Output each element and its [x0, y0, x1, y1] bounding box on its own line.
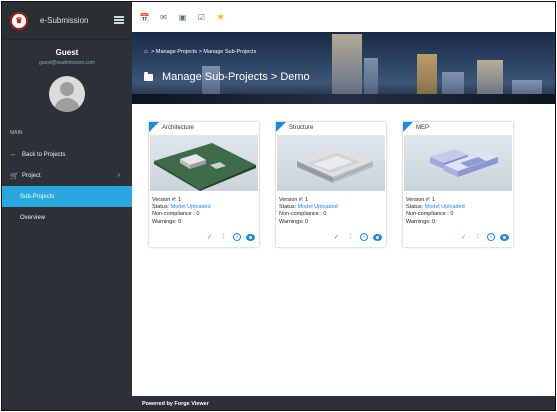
check-icon[interactable]: ✓	[459, 233, 468, 241]
subproject-card-mep[interactable]: MEP Version #: 1 Status: Model Uploaded …	[403, 122, 513, 247]
model-thumbnail[interactable]	[277, 135, 385, 191]
info-icon[interactable]: i	[487, 233, 495, 241]
download-icon[interactable]: ↧	[473, 233, 482, 241]
card-info: Version #: 1 Status: Model Uploaded Non-…	[152, 197, 211, 226]
page-title-text: Manage Sub-Projects > Demo	[162, 71, 310, 83]
card-info: Version #: 1 Status: Model Uploaded Non-…	[406, 197, 465, 226]
status-value: Model Uploaded	[297, 204, 338, 211]
sidebar-item-overview[interactable]: Overview	[2, 207, 132, 228]
status-label: Status:	[152, 204, 170, 211]
main-content: Architecture Version #: 1 Status: Model …	[132, 104, 555, 396]
avatar-head-shape	[60, 82, 74, 96]
model-thumbnail[interactable]	[150, 135, 258, 191]
star-icon[interactable]: ★	[216, 12, 225, 23]
cart-icon: 🛒	[10, 172, 19, 180]
avatar[interactable]	[49, 76, 85, 112]
banner-water	[132, 94, 555, 104]
info-icon[interactable]: i	[360, 233, 368, 241]
folder-icon	[144, 71, 153, 81]
card-title: Structure	[289, 125, 314, 131]
mep-model-image	[430, 149, 498, 177]
warnings-count: Warnings: 0	[152, 218, 182, 225]
noncompliance-count: Non-compliance : 0	[406, 211, 454, 218]
version-label: Version #:	[406, 197, 431, 203]
card-actions: ✓ ↧ i	[332, 233, 382, 241]
eye-icon[interactable]	[246, 233, 255, 241]
version-label: Version #:	[152, 197, 177, 203]
version-value: 1	[432, 197, 436, 203]
breadcrumb: ⌂ > Manage Projects > Manage Sub-Project…	[144, 49, 256, 55]
check-icon[interactable]: ✓	[332, 233, 341, 241]
warnings-count: Warnings: 0	[279, 218, 309, 225]
info-icon[interactable]: i	[233, 233, 241, 241]
version-value: 1	[178, 197, 182, 203]
crest-logo-icon: ♛	[10, 11, 28, 30]
sidebar-item-label: Project	[22, 172, 41, 179]
user-name: Guest	[55, 48, 79, 57]
model-thumbnail[interactable]	[404, 135, 512, 191]
download-icon[interactable]: ↧	[219, 233, 228, 241]
card-corner-ribbon	[403, 122, 413, 132]
mail-icon[interactable]: ✉	[159, 13, 168, 22]
card-title: MEP	[416, 125, 430, 131]
download-icon[interactable]: ↧	[346, 233, 355, 241]
app-window: ♛ e-Submission Guest guest@esubmission.c…	[1, 1, 556, 411]
status-value: Model Uploaded	[424, 204, 465, 211]
sidebar-section-label: MAIN	[10, 130, 23, 136]
breadcrumb-text[interactable]: > Manage Projects > Manage Sub-Projects	[151, 49, 256, 55]
brand-name: e-Submission	[40, 16, 89, 25]
sidebar: ♛ e-Submission Guest guest@esubmission.c…	[2, 2, 132, 410]
warnings-count: Warnings: 0	[406, 218, 436, 225]
card-corner-ribbon	[149, 122, 159, 132]
eye-icon[interactable]	[373, 233, 382, 241]
card-corner-ribbon	[276, 122, 286, 132]
sidebar-item-label: Sub-Projects	[20, 193, 55, 200]
architecture-model-image	[154, 143, 256, 191]
status-label: Status:	[279, 204, 297, 211]
noncompliance-count: Non-compliance : 0	[279, 211, 327, 218]
calendar-icon[interactable]: 📅	[140, 13, 150, 22]
page-title: Manage Sub-Projects > Demo	[144, 71, 310, 83]
chevron-right-icon: ›	[117, 172, 120, 179]
user-panel: Guest guest@esubmission.com	[2, 40, 132, 112]
version-value: 1	[305, 197, 309, 203]
card-actions: ✓ ↧ i	[459, 233, 509, 241]
sidebar-item-sub-projects[interactable]: Sub-Projects	[2, 186, 132, 207]
user-email: guest@esubmission.com	[39, 60, 95, 66]
check-icon[interactable]: ✓	[205, 233, 214, 241]
status-value: Model Uploaded	[170, 204, 211, 211]
avatar-body-shape	[54, 98, 80, 112]
brand-bar: ♛ e-Submission	[2, 2, 132, 40]
sidebar-item-label: Back to Projects	[22, 151, 66, 158]
noncompliance-count: Non-compliance : 0	[152, 211, 200, 218]
card-actions: ✓ ↧ i	[205, 233, 255, 241]
chat-icon[interactable]: ▣	[178, 13, 187, 22]
version-label: Version #:	[279, 197, 304, 203]
card-title: Architecture	[162, 125, 195, 131]
checkbox-icon[interactable]: ☑	[197, 13, 206, 22]
arrow-left-icon: ←	[10, 151, 17, 158]
topbar: 📅 ✉ ▣ ☑ ★	[132, 2, 555, 32]
home-icon[interactable]: ⌂	[144, 49, 148, 55]
structure-model-image	[297, 147, 373, 183]
page-banner: ⌂ > Manage Projects > Manage Sub-Project…	[132, 32, 555, 104]
footer: Powered by Forge Viewer	[132, 396, 555, 410]
sidebar-item-project[interactable]: 🛒 Project ›	[2, 165, 132, 186]
eye-icon[interactable]	[500, 233, 509, 241]
sidebar-item-label: Overview	[20, 214, 46, 221]
sidebar-item-back-to-projects[interactable]: ← Back to Projects	[2, 144, 132, 165]
status-label: Status:	[406, 204, 424, 211]
card-info: Version #: 1 Status: Model Uploaded Non-…	[279, 197, 338, 226]
subproject-card-structure[interactable]: Structure Version #: 1 Status: Model Upl…	[276, 122, 386, 247]
subproject-card-architecture[interactable]: Architecture Version #: 1 Status: Model …	[149, 122, 259, 247]
hamburger-menu-icon[interactable]	[114, 16, 124, 24]
